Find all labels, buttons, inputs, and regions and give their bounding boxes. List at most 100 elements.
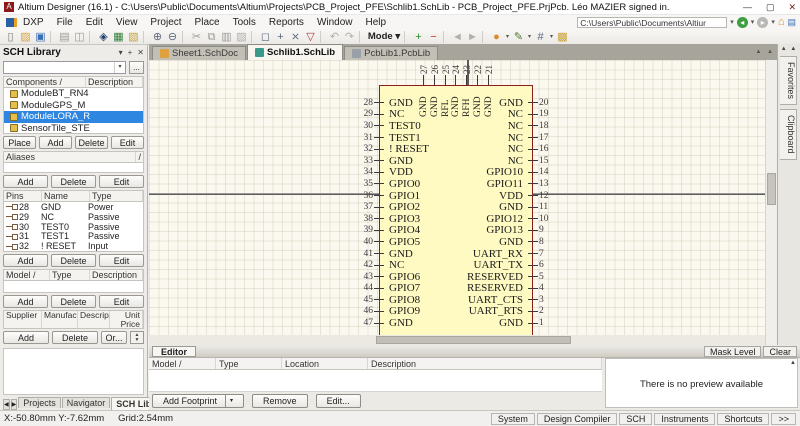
document-icon[interactable]: ▤ xyxy=(787,17,796,28)
pin-list-row[interactable]: 31TEST1Passive xyxy=(4,231,143,241)
menu-item[interactable]: Project xyxy=(150,17,181,28)
pins-column-header[interactable]: Pins xyxy=(4,191,42,201)
nav-back-icon[interactable]: ◂ xyxy=(737,17,748,28)
toolbar-icon[interactable]: ⧉ xyxy=(204,30,219,44)
supplier-delete-button[interactable]: Delete xyxy=(52,331,98,344)
address-input[interactable]: C:\Users\Public\Documents\Altiur xyxy=(577,17,727,28)
toolbar-icon[interactable]: ▩ xyxy=(555,30,570,44)
pin-action-button[interactable]: Add xyxy=(3,254,48,267)
nav-forward-icon[interactable]: ▸ xyxy=(757,17,768,28)
panel-tab[interactable]: Projects xyxy=(18,397,61,408)
toolbar-icon[interactable]: ◫ xyxy=(72,30,87,44)
spinner-down-icon[interactable]: ▼ xyxy=(135,338,140,343)
model-action-button[interactable]: Add xyxy=(3,295,48,308)
add-footprint-dropdown-icon[interactable]: ▾ xyxy=(225,395,233,408)
window-control-button[interactable]: — xyxy=(743,2,752,13)
remove-footprint-button[interactable]: Remove xyxy=(252,394,308,408)
tab-scroll-icons[interactable]: ▲ ▲ xyxy=(755,49,775,55)
toolbar-icon[interactable] xyxy=(482,31,487,43)
menu-item[interactable]: View xyxy=(116,17,138,28)
component-pin-row[interactable]: 29NCNC19 xyxy=(350,109,562,121)
menu-item[interactable]: Tools xyxy=(233,17,256,28)
clear-button[interactable]: Clear xyxy=(763,346,797,357)
toolbar-icon[interactable] xyxy=(143,31,148,43)
preview-scroll-icon[interactable]: ▲ xyxy=(790,360,796,366)
component-filter-input[interactable]: ▾ xyxy=(3,61,126,74)
component-pin-row[interactable]: 39GPIO4GPIO139 xyxy=(350,225,562,237)
footprint-column-header[interactable]: Description xyxy=(368,358,602,369)
canvas-horizontal-scrollbar[interactable] xyxy=(149,335,765,345)
supplier-column-header[interactable]: Supplier xyxy=(4,311,42,328)
toolbar-icon[interactable]: ▾ xyxy=(548,30,555,44)
toolbar-icon[interactable]: ▾ xyxy=(504,30,511,44)
toolbar-icon[interactable]: ▥ xyxy=(219,30,234,44)
add-footprint-button[interactable]: Add Footprint▾ xyxy=(152,394,244,408)
toolbar-icon[interactable] xyxy=(404,31,409,43)
toolbar-icon[interactable]: ◄ xyxy=(450,30,465,44)
toolbar-icon[interactable]: ● xyxy=(489,30,504,44)
menu-item[interactable]: Place xyxy=(195,17,220,28)
address-dropdown-icon[interactable]: ▾ xyxy=(730,18,734,26)
component-pin-row[interactable]: 41GNDUART_RX7 xyxy=(350,248,562,260)
model-description-column-header[interactable]: Description xyxy=(90,270,143,280)
toolbar-icon[interactable]: ⊕ xyxy=(150,30,165,44)
toolbar-icon[interactable]: ▨ xyxy=(234,30,249,44)
menu-item[interactable]: File xyxy=(57,17,73,28)
toolbar-icon[interactable]: ▣ xyxy=(33,30,48,44)
menu-item[interactable]: Window xyxy=(317,17,353,28)
toolbar-icon[interactable]: ↷ xyxy=(342,30,357,44)
component-pin-row[interactable]: 44GPIO7RESERVED4 xyxy=(350,283,562,295)
schematic-component[interactable]: 27GND26GND25RFL24GND23RFH22GND21GND 28GN… xyxy=(350,85,562,338)
vertical-scroll-thumb[interactable] xyxy=(767,173,776,205)
component-pin-row[interactable]: 42NCUART_TX6 xyxy=(350,259,562,271)
toolbar-icon[interactable] xyxy=(359,31,364,43)
component-pin-row[interactable]: 31TEST1NC17 xyxy=(350,132,562,144)
footprint-column-header[interactable]: Location xyxy=(282,358,368,369)
toolbar-icon[interactable]: Mode ▾ xyxy=(366,30,402,44)
mask-level-button[interactable]: Mask Level xyxy=(704,346,762,357)
toolbar-icon[interactable]: ▽ xyxy=(303,30,318,44)
menu-item[interactable]: Help xyxy=(366,17,387,28)
window-control-button[interactable]: ▢ xyxy=(766,2,775,13)
document-tab[interactable]: Sheet1.SchDoc xyxy=(152,46,246,60)
name-column-header[interactable]: Name xyxy=(42,191,90,201)
supplier-spinner[interactable]: ▲▼ xyxy=(130,331,144,344)
toolbar-icon[interactable]: ▯ xyxy=(3,30,18,44)
status-bar-button[interactable]: Shortcuts xyxy=(717,413,769,425)
alias-action-button[interactable]: Add xyxy=(3,175,48,188)
component-list-item[interactable]: SensorTile_STE xyxy=(4,123,143,135)
toolbar-icon[interactable]: ◻ xyxy=(258,30,273,44)
status-bar-button[interactable]: System xyxy=(491,413,535,425)
toolbar-icon[interactable]: ⊖ xyxy=(165,30,180,44)
component-pin-row[interactable]: 46GPIO9UART_RTS2 xyxy=(350,306,562,318)
component-pin-row[interactable]: 47GNDGND1 xyxy=(350,317,562,329)
pin-action-button[interactable]: Delete xyxy=(51,254,96,267)
edit-footprint-button[interactable]: Edit... xyxy=(316,394,361,408)
alias-action-button[interactable]: Delete xyxy=(51,175,96,188)
document-tab[interactable]: PcbLib1.PcbLib xyxy=(344,46,438,60)
toolbar-icon[interactable] xyxy=(89,31,94,43)
component-pin-row[interactable]: 36GPIO1VDD12 xyxy=(350,190,562,202)
panel-header-icon[interactable]: + xyxy=(128,48,133,57)
tabs-scroll-right-icon[interactable]: ▶ xyxy=(11,399,18,410)
component-action-button[interactable]: Add xyxy=(39,136,72,149)
toolbar-icon[interactable]: # xyxy=(533,30,548,44)
tabs-scroll-left-icon[interactable]: ◀ xyxy=(3,399,10,410)
components-column-header[interactable]: Components / xyxy=(4,77,86,87)
toolbar-icon[interactable] xyxy=(182,31,187,43)
nav-forward-dropdown-icon[interactable]: ▾ xyxy=(771,18,775,26)
toolbar-icon[interactable]: ▾ xyxy=(526,30,533,44)
component-pin-row[interactable]: 30TEST0NC18 xyxy=(350,120,562,132)
editor-button[interactable]: Editor xyxy=(152,346,196,357)
toolbar-icon[interactable]: ► xyxy=(465,30,480,44)
schematic-canvas[interactable]: 27GND26GND25RFL24GND23RFH22GND21GND 28GN… xyxy=(149,60,765,345)
component-list-item[interactable]: ModuleLORA_R xyxy=(4,111,143,123)
description-column-header[interactable]: Description xyxy=(86,77,143,87)
unit-price-column-header[interactable]: Unit Price xyxy=(110,311,143,328)
status-bar-button[interactable]: SCH xyxy=(619,413,652,425)
component-pin-row[interactable]: 37GPIO2GND11 xyxy=(350,201,562,213)
combo-dropdown-icon[interactable]: ▾ xyxy=(114,62,125,73)
status-bar-button[interactable]: Design Compiler xyxy=(537,413,618,425)
component-list-item[interactable]: ModuleBT_RN4 xyxy=(4,88,143,100)
document-tab[interactable]: Schlib1.SchLib xyxy=(247,44,343,60)
